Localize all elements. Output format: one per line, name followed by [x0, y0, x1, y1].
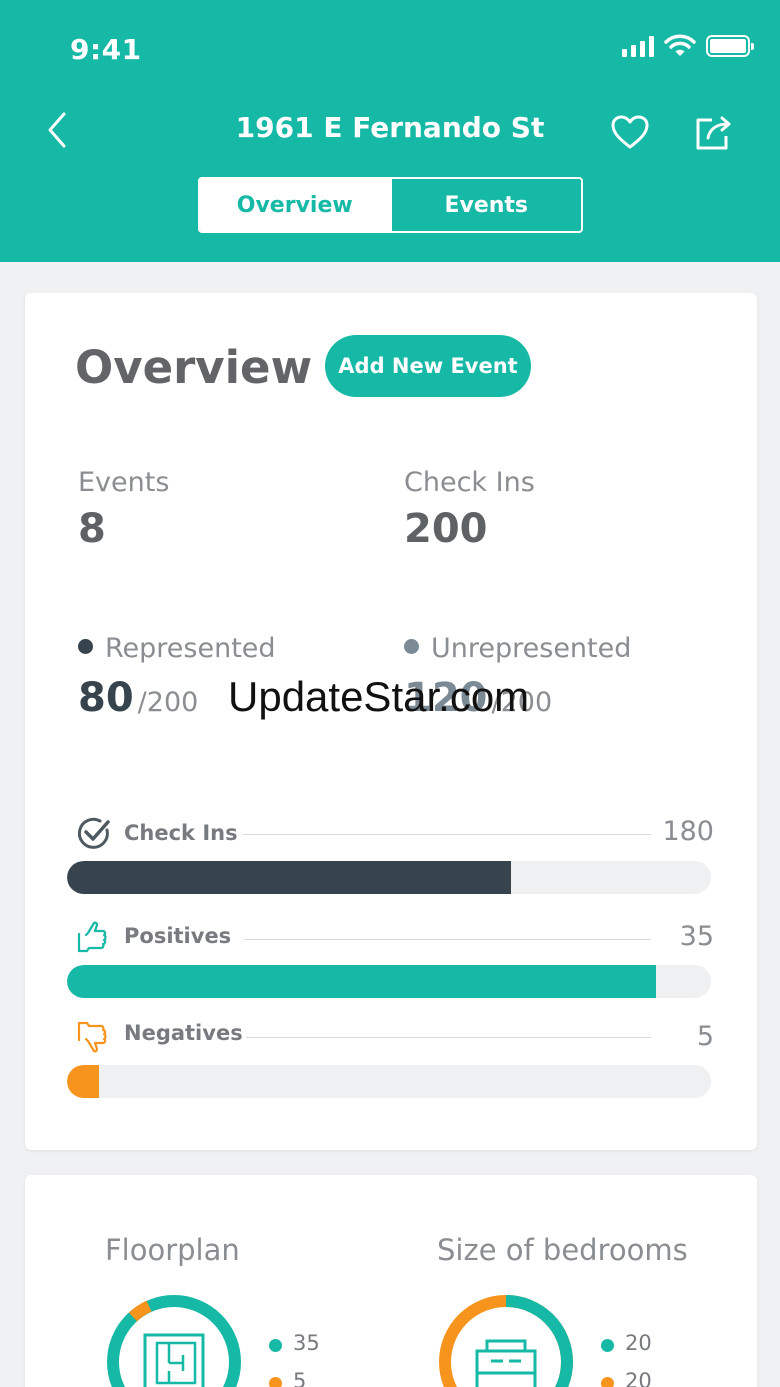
bedrooms-label: Size of bedrooms	[437, 1233, 688, 1267]
bed-icon	[475, 1339, 537, 1387]
bar-track-negatives	[67, 1065, 711, 1098]
checkins-label: Check Ins	[404, 467, 535, 498]
unrepresented-dot	[404, 639, 419, 654]
divider	[246, 1037, 651, 1038]
tab-events[interactable]: Events	[389, 179, 582, 231]
legend-dot-teal	[601, 1339, 614, 1352]
back-arrow-icon[interactable]	[40, 108, 80, 152]
overview-heading: Overview	[75, 341, 313, 394]
bar-value-checkins: 180	[662, 816, 714, 847]
bar-label-negatives: Negatives	[124, 1021, 243, 1045]
floorplan-label: Floorplan	[105, 1233, 240, 1267]
represented-value: 80 /200	[78, 675, 198, 721]
bedrooms-donut-chart	[439, 1295, 574, 1387]
bar-track-positives	[67, 965, 711, 998]
bedrooms-legend-value-2: 20	[625, 1369, 652, 1387]
legend-dot-orange	[269, 1377, 282, 1387]
legend-dot-orange	[601, 1377, 614, 1387]
represented-total: /200	[137, 687, 199, 718]
status-icons	[622, 34, 754, 58]
thumbs-up-icon	[77, 921, 107, 953]
floorplan-legend-value-1: 35	[293, 1331, 320, 1355]
represented-count: 80	[78, 675, 134, 721]
share-icon[interactable]	[692, 110, 736, 154]
unrepresented-label: Unrepresented	[431, 633, 632, 664]
check-circle-icon	[77, 817, 110, 849]
bar-label-checkins: Check Ins	[124, 821, 238, 845]
thumbs-down-icon	[77, 1021, 107, 1053]
bar-track-checkins	[67, 861, 711, 894]
battery-icon	[706, 35, 754, 57]
legend-dot-teal	[269, 1339, 282, 1352]
app-header: 9:41 1961 E Fernando St Overview Events	[0, 0, 780, 262]
events-label: Events	[78, 467, 170, 498]
segment-control: Overview Events	[198, 177, 583, 233]
represented-dot	[78, 639, 93, 654]
checkins-value: 200	[404, 506, 488, 552]
tab-overview[interactable]: Overview	[200, 179, 390, 231]
heart-icon[interactable]	[608, 112, 652, 152]
bar-fill-checkins	[67, 861, 512, 894]
bar-value-negatives: 5	[696, 1021, 714, 1052]
wifi-icon	[664, 34, 696, 56]
signal-icon	[622, 35, 654, 57]
bar-value-positives: 35	[679, 921, 714, 952]
watermark-text: UpdateStar.com	[228, 673, 530, 720]
events-value: 8	[78, 506, 106, 552]
bedrooms-legend-value-1: 20	[625, 1331, 652, 1355]
overview-card: Overview Add New Event Events 8 Check In…	[25, 293, 757, 1150]
floorplan-donut-chart	[107, 1295, 241, 1387]
page-title: 1961 E Fernando St	[235, 111, 545, 144]
bar-fill-positives	[67, 965, 657, 998]
represented-label: Represented	[105, 633, 276, 664]
floorplan-legend-value-2: 5	[293, 1369, 307, 1387]
add-new-event-button[interactable]: Add New Event	[325, 335, 531, 397]
status-time: 9:41	[70, 33, 142, 66]
bar-fill-negatives	[67, 1065, 100, 1098]
divider	[243, 834, 651, 835]
bar-label-positives: Positives	[124, 924, 232, 948]
breakdown-card: Floorplan 35 5 Size of bedrooms 20 20	[25, 1175, 757, 1387]
divider	[244, 939, 651, 940]
